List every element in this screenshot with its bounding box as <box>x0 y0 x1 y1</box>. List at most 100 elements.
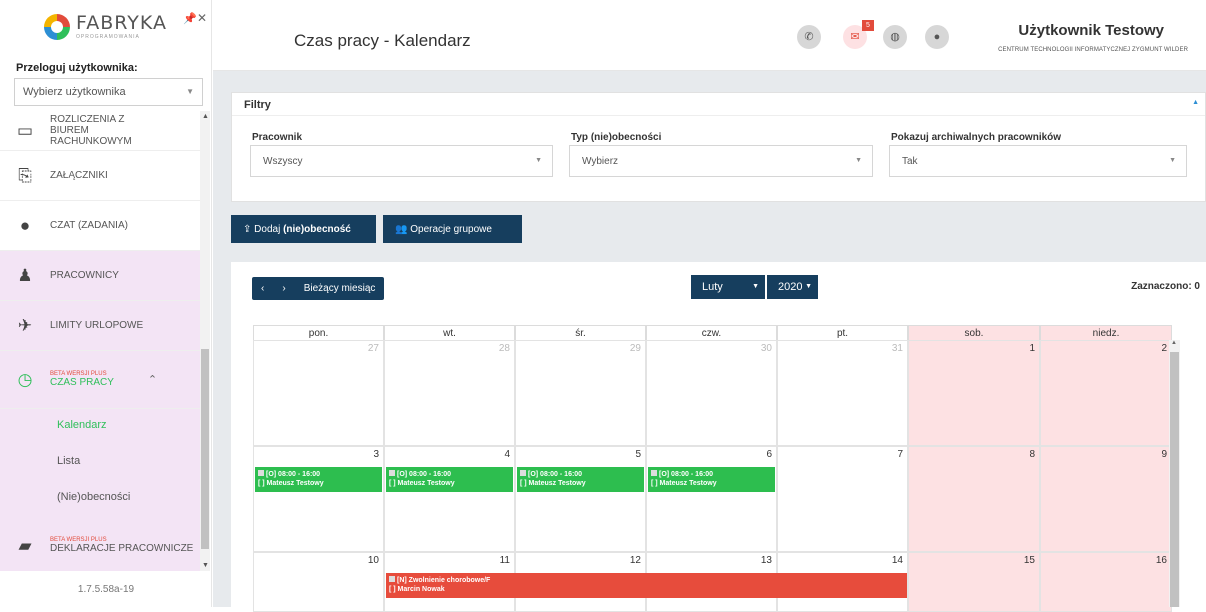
year-value: 2020 <box>778 281 803 293</box>
month-nav: ‹ › Bieżący miesiąc <box>252 277 385 300</box>
filters-panel: Filtry ▲ Pracownik Wszyscy ▼ Typ (nie)ob… <box>231 92 1206 202</box>
day-cell[interactable]: 29 <box>515 340 646 446</box>
next-month-button[interactable]: › <box>273 277 294 300</box>
scroll-up-icon[interactable]: ▲ <box>202 113 209 120</box>
paperclip-icon: ⎘ <box>18 165 32 185</box>
event-person: [ ] Marcin Nowak <box>389 586 445 593</box>
day-cell[interactable]: 5 <box>515 446 646 552</box>
day-header: śr. <box>515 325 646 340</box>
calendar-event[interactable]: [O] 08:00 - 16:00 [ ] Mateusz Testowy <box>386 467 513 492</box>
scroll-up-icon[interactable]: ▲ <box>1171 340 1177 346</box>
month-select[interactable]: Luty ▼ <box>691 275 765 299</box>
day-cell[interactable]: 28 <box>384 340 515 446</box>
user-name[interactable]: Użytkownik Testowy <box>1018 22 1164 39</box>
sidebar-subitem-kalendarz[interactable]: Kalendarz <box>0 409 200 445</box>
day-cell[interactable]: 31 <box>777 340 908 446</box>
day-cell[interactable]: 16 <box>1040 552 1172 612</box>
group-operations-button[interactable]: 👥 Operacje grupowe <box>383 215 522 243</box>
day-cell[interactable]: 27 <box>253 340 384 446</box>
calendar-event[interactable]: [O] 08:00 - 16:00 [ ] Mateusz Testowy <box>648 467 775 492</box>
day-cell[interactable]: 10 <box>253 552 384 612</box>
sidebar-item-label: LIMITY URLOPOWE <box>50 320 144 331</box>
sidebar-item-limity[interactable]: ✈ LIMITY URLOPOWE <box>0 301 200 351</box>
day-cell[interactable]: 15 <box>908 552 1040 612</box>
chevron-up-icon[interactable]: ⌃ <box>148 373 157 386</box>
archive-select[interactable]: Tak ▼ <box>889 145 1187 177</box>
sidebar-menu: ▭ ROZLICZENIA Z BIUREM RACHUNKOWYM ⎘ ZAŁ… <box>0 111 200 571</box>
sidebar-item-deklaracje[interactable]: ▰ BETA WERSJI PLUS DEKLARACJE PRACOWNICZ… <box>0 517 200 571</box>
day-cell[interactable]: 4 <box>384 446 515 552</box>
employee-select[interactable]: Wszyscy ▼ <box>250 145 553 177</box>
checkbox-icon[interactable] <box>520 470 526 476</box>
group-operations-label: Operacje grupowe <box>410 224 492 235</box>
checkbox-icon[interactable] <box>258 470 264 476</box>
checkbox-icon[interactable] <box>651 470 657 476</box>
calendar-event[interactable]: [O] 08:00 - 16:00 [ ] Mateusz Testowy <box>255 467 382 492</box>
day-cell[interactable]: 3 <box>253 446 384 552</box>
add-absence-button[interactable]: ⇪ Dodaj (nie)obecność <box>231 215 376 243</box>
day-header: sob. <box>908 325 1040 340</box>
sidebar-item-czat[interactable]: ● CZAT (ZADANIA) <box>0 201 200 251</box>
day-header: wt. <box>384 325 515 340</box>
sidebar: FABRYKA OPROGRAMOWANIA 📌 ✕ Przeloguj uży… <box>0 0 212 607</box>
browse-user-placeholder: Wybierz użytkownika <box>23 86 126 98</box>
sidebar-scroll-thumb[interactable] <box>201 349 209 549</box>
mail-count-badge: 5 <box>862 20 874 31</box>
day-cell[interactable]: 2 <box>1040 340 1172 446</box>
event-time: [O] 08:00 - 16:00 <box>659 471 714 478</box>
collapse-icon[interactable]: ▲ <box>1192 99 1199 106</box>
sidebar-item-pracownicy[interactable]: ♟ PRACOWNICY <box>0 251 200 301</box>
archive-value: Tak <box>902 156 918 167</box>
month-value: Luty <box>702 281 723 293</box>
checkbox-icon[interactable] <box>389 576 395 582</box>
calendar-panel: ‹ › Bieżący miesiąc Luty ▼ 2020 ▼ Zaznac… <box>231 262 1206 612</box>
day-cell[interactable]: 6 <box>646 446 777 552</box>
sidebar-subitem-nieobecnosci[interactable]: (Nie)obecności <box>0 481 200 517</box>
employee-label: Pracownik <box>252 132 303 143</box>
sidebar-scrollbar[interactable]: ▲ ▼ <box>200 111 210 571</box>
chevron-down-icon: ▼ <box>752 283 759 290</box>
phone-icon[interactable]: ✆ <box>797 25 821 49</box>
user-icon[interactable]: ● <box>925 25 949 49</box>
sidebar-item-label: ROZLICZENIA Z BIUREM RACHUNKOWYM <box>50 114 132 147</box>
checkbox-icon[interactable] <box>389 470 395 476</box>
add-absence-bold: (nie)obecność <box>283 224 351 235</box>
chevron-down-icon: ▼ <box>805 283 812 290</box>
current-month-button[interactable]: Bieżący miesiąc <box>295 277 385 300</box>
scroll-down-icon[interactable]: ▼ <box>202 562 209 569</box>
filters-header[interactable]: Filtry ▲ <box>232 93 1205 116</box>
sidebar-subitem-lista[interactable]: Lista <box>0 445 200 481</box>
absence-type-value: Wybierz <box>582 156 619 167</box>
sidebar-item-rozliczenia[interactable]: ▭ ROZLICZENIA Z BIUREM RACHUNKOWYM <box>0 111 200 151</box>
day-cell[interactable]: 1 <box>908 340 1040 446</box>
day-cell[interactable]: 30 <box>646 340 777 446</box>
event-person: [ ] Mateusz Testowy <box>520 480 586 487</box>
day-header: pon. <box>253 325 384 340</box>
day-header: czw. <box>646 325 777 340</box>
day-header: niedz. <box>1040 325 1172 340</box>
globe-icon[interactable]: ◍ <box>883 25 907 49</box>
day-cell[interactable]: 8 <box>908 446 1040 552</box>
pin-icon[interactable]: 📌 <box>183 12 197 25</box>
year-select[interactable]: 2020 ▼ <box>767 275 818 299</box>
event-person: [ ] Mateusz Testowy <box>258 480 324 487</box>
book-icon: ▰ <box>18 535 32 555</box>
user-organization: CENTRUM TECHNOLOGII INFORMATYCZNEJ ZYGMU… <box>998 47 1188 53</box>
sidebar-item-czas-pracy[interactable]: ◷ BETA WERSJI PLUS CZAS PRACY ⌃ <box>0 351 200 409</box>
prev-month-button[interactable]: ‹ <box>252 277 273 300</box>
sidebar-item-label: DEKLARACJE PRACOWNICZE <box>50 543 194 554</box>
sidebar-item-zalaczniki[interactable]: ⎘ ZAŁĄCZNIKI <box>0 151 200 201</box>
clock-icon: ◷ <box>17 369 33 389</box>
calendar-scroll-thumb[interactable] <box>1170 352 1179 607</box>
absence-type-select[interactable]: Wybierz ▼ <box>569 145 873 177</box>
day-cell[interactable]: 7 <box>777 446 908 552</box>
calendar-event[interactable]: [O] 08:00 - 16:00 [ ] Mateusz Testowy <box>517 467 644 492</box>
day-cell[interactable]: 9 <box>1040 446 1172 552</box>
sidebar-item-label: CZAS PRACY <box>50 377 114 388</box>
sick-leave-event[interactable]: [N] Zwolnienie chorobowe/F [ ] Marcin No… <box>386 573 907 598</box>
archive-label: Pokazuj archiwalnych pracowników <box>891 132 1062 143</box>
calendar-scrollbar[interactable]: ▲ <box>1169 340 1180 607</box>
chat-icon: ● <box>19 215 31 235</box>
browse-user-select[interactable]: Wybierz użytkownika ▼ <box>14 78 203 106</box>
close-icon[interactable]: ✕ <box>197 11 207 25</box>
